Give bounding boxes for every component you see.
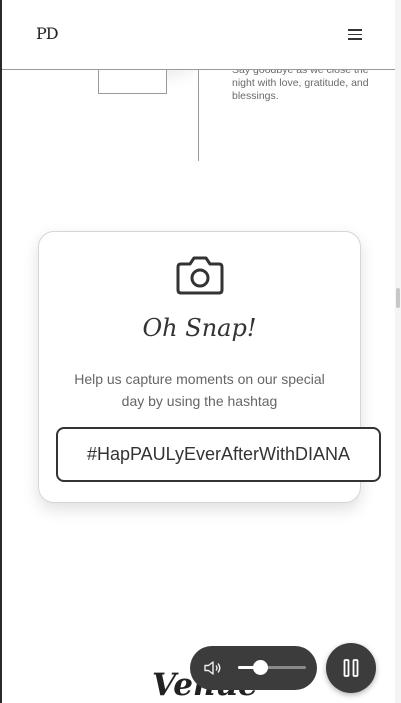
card-title: Oh Snap! [142,314,257,342]
pause-button[interactable] [326,643,376,693]
pause-icon [343,659,359,677]
site-header: PD [2,0,395,70]
volume-slider-knob[interactable] [253,660,269,675]
hashtag-box[interactable]: #HapPAULyEverAfterWithDIANA [56,427,381,482]
oh-snap-card: Oh Snap! Help us capture moments on our … [38,231,381,503]
card-description: Help us capture moments on our special d… [74,371,325,409]
volume-slider[interactable] [238,660,306,675]
camera-icon [176,256,224,295]
speaker-icon[interactable] [204,660,222,676]
hamburger-menu-icon[interactable] [348,29,362,40]
timeline-line [198,60,199,161]
scrollbar-thumb[interactable] [396,288,400,308]
scrollbar[interactable] [395,0,401,703]
page: Say goodbye as we close the night with l… [2,0,395,703]
site-logo[interactable]: PD [36,24,59,43]
volume-control [190,646,317,690]
